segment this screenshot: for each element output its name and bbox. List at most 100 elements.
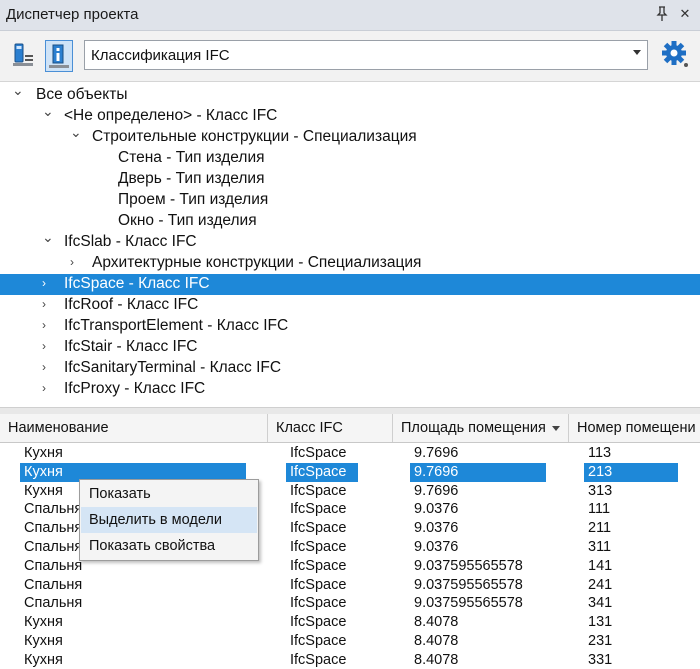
sort-down-icon [551, 425, 560, 431]
tree-item[interactable]: › IfcStair - Класс IFC [0, 337, 700, 358]
cell-name: Спальня [24, 595, 83, 612]
column-header-name[interactable]: Наименование [0, 414, 268, 442]
cell-ifc-class: IfcSpace [290, 482, 347, 499]
cell-room-number: 311 [588, 539, 612, 555]
tree-item[interactable]: ⌄ Строительные конструкции - Специализаци… [0, 124, 700, 148]
column-header-room-number[interactable]: Номер помещени [569, 414, 700, 442]
tree-item-label: IfcRoof - Класс IFC [64, 296, 199, 313]
cell-name: Кухня [24, 651, 63, 668]
close-icon[interactable]: ✕ [678, 6, 692, 22]
dropdown-selected-value: Классификация IFC [91, 47, 230, 64]
cell-area: 9.0376 [414, 501, 459, 518]
cell-ifc-class: IfcSpace [290, 595, 347, 612]
cell-ifc-class: IfcSpace [290, 614, 347, 631]
panel-title: Диспетчер проекта [6, 6, 139, 23]
panel-title-bar: Диспетчер проекта ✕ [0, 0, 700, 31]
chevron-down-icon[interactable]: ⌄ [70, 124, 82, 141]
chevron-down-icon[interactable]: ⌄ [42, 103, 54, 120]
table-header: Наименование Класс IFC Площадь помещения… [0, 414, 700, 443]
cell-room-number: 331 [588, 651, 613, 668]
tree-item[interactable]: Стена - Тип изделия [0, 148, 700, 169]
cell-name: Спальня [24, 557, 83, 574]
cell-area: 9.7696 [414, 482, 459, 499]
cell-ifc-class: IfcSpace [290, 576, 347, 593]
tree-item-label: IfcStair - Класс IFC [64, 338, 198, 355]
cell-name: Спальня [24, 501, 83, 518]
chevron-right-icon[interactable]: › [42, 318, 46, 332]
cell-name: Спальня [24, 520, 83, 537]
classification-dropdown[interactable]: Классификация IFC [84, 40, 648, 70]
cell-area: 8.4078 [414, 651, 459, 668]
table-row[interactable]: Спальня IfcSpace 9.037595565578 241 [0, 576, 700, 595]
cell-ifc-class: IfcSpace [290, 651, 347, 668]
chevron-right-icon[interactable]: › [42, 276, 46, 290]
cell-ifc-class: IfcSpace [290, 633, 347, 649]
cell-ifc-class: IfcSpace [290, 539, 347, 555]
table-row[interactable]: Кухня IfcSpace 8.4078 131 [0, 613, 700, 632]
cell-name: Спальня [24, 539, 83, 555]
cell-ifc-class: IfcSpace [290, 445, 347, 461]
cell-area: 8.4078 [414, 614, 459, 631]
cell-room-number: 211 [588, 520, 612, 537]
info-icon [49, 44, 69, 68]
tree-item-label: IfcSpace - Класс IFC [64, 275, 210, 292]
cell-area: 9.7696 [410, 462, 546, 482]
table-row[interactable]: Спальня IfcSpace 9.037595565578 341 [0, 594, 700, 613]
pin-icon[interactable] [655, 6, 669, 22]
tree-item[interactable]: › Архитектурные конструкции - Специализац… [0, 253, 700, 274]
cell-area: 9.0376 [414, 520, 459, 537]
cell-room-number: 141 [588, 557, 613, 574]
chevron-right-icon[interactable]: › [42, 360, 46, 374]
context-menu-item[interactable]: Показать [81, 481, 257, 507]
toolbar: Классификация IFC [0, 31, 700, 82]
table-row[interactable]: Кухня IfcSpace 8.4078 331 [0, 651, 700, 669]
tree-item-label: Строительные конструкции - Специализация [92, 128, 417, 145]
cell-ifc-class: IfcSpace [290, 520, 347, 537]
chevron-right-icon[interactable]: › [70, 255, 74, 269]
tree-item[interactable]: Окно - Тип изделия [0, 211, 700, 232]
settings-button[interactable] [660, 39, 692, 71]
cell-room-number: 113 [588, 445, 612, 461]
list-view-button[interactable] [9, 40, 37, 72]
column-header-ifc-class[interactable]: Класс IFC [268, 414, 393, 442]
context-menu-item[interactable]: Показать свойства [81, 533, 257, 559]
tree-item[interactable]: Дверь - Тип изделия [0, 169, 700, 190]
gear-settings-icon [662, 41, 688, 67]
chevron-right-icon[interactable]: › [42, 381, 46, 395]
cell-ifc-class: IfcSpace [286, 462, 358, 482]
tree-item[interactable]: › IfcRoof - Класс IFC [0, 295, 700, 316]
column-header-area[interactable]: Площадь помещения [393, 414, 569, 442]
info-button[interactable] [45, 40, 73, 72]
chevron-down-icon[interactable]: ⌄ [12, 82, 24, 99]
tree-item-label: IfcTransportElement - Класс IFC [64, 317, 289, 334]
tree-item[interactable]: › IfcProxy - Класс IFC [0, 379, 700, 400]
tree-item[interactable]: ⌄ <Не определено> - Класс IFC [0, 103, 700, 127]
tree-item[interactable]: › IfcTransportElement - Класс IFC [0, 316, 700, 337]
chevron-right-icon[interactable]: › [42, 339, 46, 353]
tree-item[interactable]: Проем - Тип изделия [0, 190, 700, 211]
table-row[interactable]: Кухня IfcSpace 9.7696 113 [0, 444, 700, 463]
chevron-right-icon[interactable]: › [42, 297, 46, 311]
chevron-down-icon[interactable]: ⌄ [42, 229, 54, 246]
cell-room-number: 231 [588, 633, 613, 649]
tree-item-label: Окно - Тип изделия [118, 212, 257, 229]
cell-area: 9.037595565578 [414, 557, 523, 574]
tree-item[interactable]: ⌄ Все объекты [0, 82, 700, 106]
cell-room-number: 241 [588, 576, 613, 593]
tree-item-label: IfcSanitaryTerminal - Класс IFC [64, 359, 282, 376]
table-row[interactable]: Кухня IfcSpace 8.4078 231 [0, 632, 700, 651]
context-menu-item[interactable]: Выделить в модели [81, 507, 257, 533]
tree-item-label: <Не определено> - Класс IFC [64, 107, 278, 124]
classification-tree: ⌄ Все объекты ⌄ <Не определено> - Класс IFC… [0, 82, 700, 407]
tree-item[interactable]: › IfcSanitaryTerminal - Класс IFC [0, 358, 700, 379]
cell-area: 9.0376 [414, 539, 459, 555]
cell-ifc-class: IfcSpace [290, 501, 347, 518]
tree-item[interactable]: ⌄ IfcSlab - Класс IFC [0, 229, 700, 253]
cell-room-number: 341 [588, 595, 613, 612]
cell-area: 8.4078 [414, 633, 459, 649]
tree-item-label: IfcSlab - Класс IFC [64, 233, 197, 250]
tree-item-label: Дверь - Тип изделия [118, 170, 265, 187]
tree-item[interactable]: › IfcSpace - Класс IFC [0, 274, 700, 295]
cell-name: Кухня [24, 482, 63, 499]
cell-room-number: 313 [588, 482, 613, 499]
